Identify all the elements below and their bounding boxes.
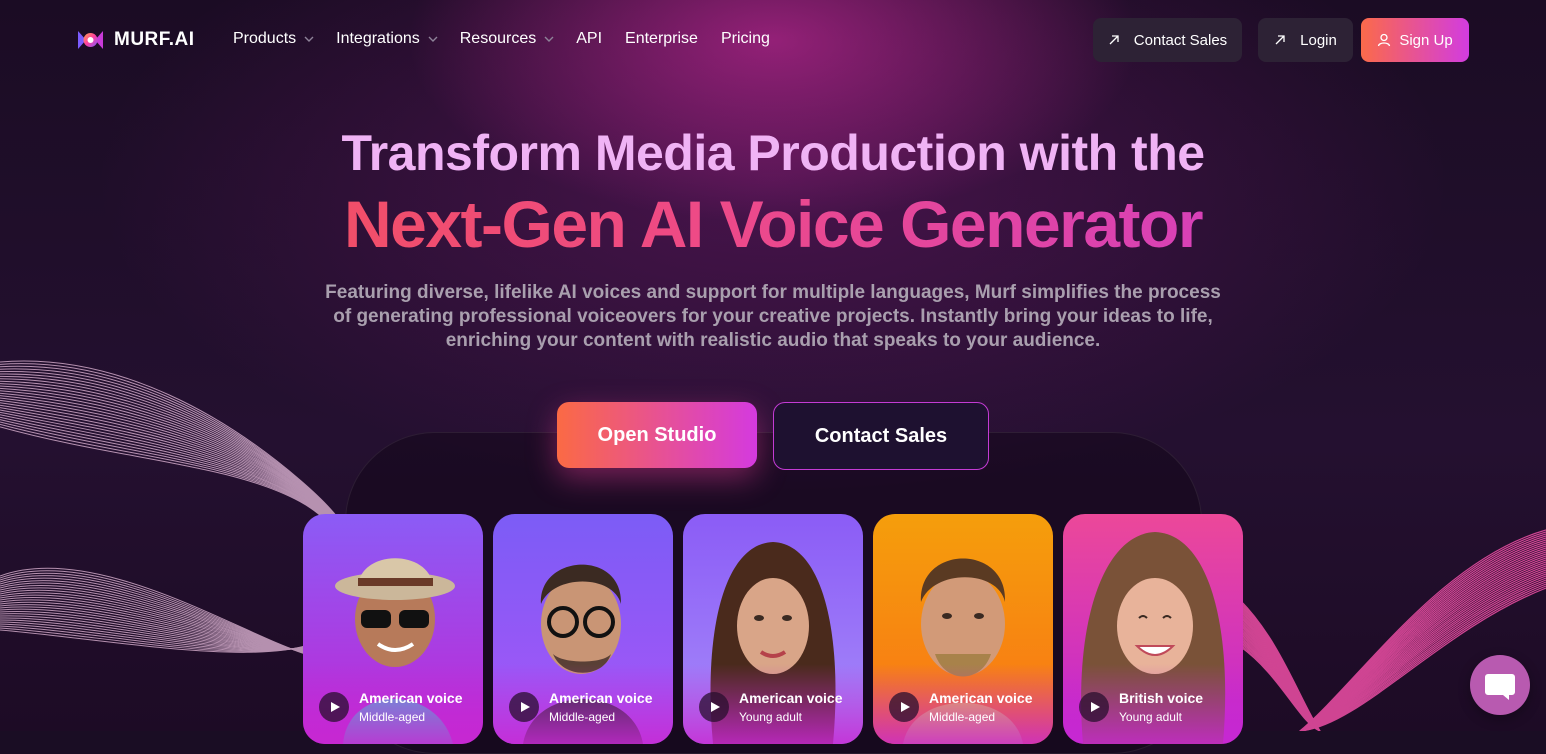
chat-bubble-icon [1485, 674, 1515, 700]
wave-line [0, 360, 356, 653]
play-icon [711, 702, 720, 712]
wave-line [0, 402, 356, 652]
play-button[interactable] [699, 692, 729, 722]
wave-line [0, 392, 356, 651]
user-icon [1378, 33, 1391, 47]
nav-item-products[interactable]: Products [233, 30, 314, 48]
voice-card[interactable]: American voice Middle-aged [873, 514, 1053, 744]
nav-item-integrations[interactable]: Integrations [336, 30, 438, 48]
nav-item-label: Enterprise [625, 30, 698, 47]
play-icon [521, 702, 530, 712]
wave-line [0, 373, 356, 650]
contact-sales-label: Contact Sales [1133, 31, 1228, 49]
wave-line [0, 371, 356, 651]
play-icon [901, 702, 910, 712]
nav-item-label: API [576, 30, 603, 47]
nav-links: Products Integrations Resources API Ente… [233, 30, 793, 48]
wave-line [0, 426, 356, 659]
login-button[interactable]: Login [1258, 18, 1353, 62]
contact-sales-button[interactable]: Contact Sales [1093, 18, 1242, 62]
nav-item-enterprise[interactable]: Enterprise [625, 30, 698, 48]
chat-widget-button[interactable] [1470, 655, 1530, 715]
nav-item-label: Integrations [336, 30, 420, 47]
wave-line [0, 397, 356, 652]
voice-name: British voice [1119, 690, 1204, 706]
voice-card[interactable]: American voice Young adult [683, 514, 863, 744]
nav-item-api[interactable]: API [576, 30, 602, 48]
voice-card[interactable]: American voice Middle-aged [303, 514, 483, 744]
hero-title-line1: Transform Media Production with the [341, 125, 1205, 181]
voice-card[interactable]: British voice Young adult [1063, 514, 1243, 744]
chevron-down-icon [544, 36, 554, 42]
wave-line [0, 380, 356, 650]
wave-line [0, 378, 356, 650]
hero-description: Featuring diverse, lifelike AI voices an… [325, 282, 1221, 351]
voice-age: Middle-aged [359, 710, 426, 724]
voice-name: American voice [549, 690, 653, 706]
nav-item-label: Pricing [720, 30, 770, 47]
voice-age: Young adult [1119, 710, 1182, 724]
wave-line [0, 419, 356, 657]
arrow-up-right-icon [1109, 35, 1119, 45]
wave-line [0, 390, 356, 650]
play-icon [331, 702, 340, 712]
sign-up-button[interactable]: Sign Up [1361, 18, 1469, 62]
hero-contact-sales-button[interactable]: Contact Sales [773, 402, 989, 470]
play-button[interactable] [509, 692, 539, 722]
sign-up-label: Sign Up [1399, 31, 1453, 49]
nav-item-pricing[interactable]: Pricing [721, 30, 770, 48]
nav-item-label: Resources [459, 30, 537, 47]
voice-name: American voice [359, 690, 463, 706]
nav-item-resources[interactable]: Resources [460, 30, 554, 48]
wave-line [0, 423, 356, 658]
play-button[interactable] [319, 692, 349, 722]
wave-line [0, 411, 356, 655]
wave-line [0, 375, 356, 650]
arrow-up-right-icon [1275, 35, 1285, 45]
wave-line [0, 414, 356, 656]
voice-age: Middle-aged [929, 710, 996, 724]
wave-line [0, 363, 356, 652]
wave-line [0, 385, 356, 650]
voice-name: American voice [739, 690, 843, 706]
play-icon [1091, 702, 1100, 712]
hero-title-line2: Next-Gen AI Voice Generator [0, 186, 1546, 262]
wave-line [0, 409, 356, 654]
login-label: Login [1300, 31, 1337, 49]
brand-logo[interactable]: MURF.AI [77, 28, 195, 52]
murf-logo-icon [78, 31, 103, 49]
brand-name: MURF.AI [114, 29, 195, 50]
play-button[interactable] [1079, 692, 1109, 722]
open-studio-button[interactable]: Open Studio [557, 402, 757, 468]
voice-age: Young adult [739, 710, 802, 724]
chevron-down-icon [304, 36, 314, 42]
top-navigation: MURF.AI Products Integrations Resources … [0, 0, 1546, 80]
wave-line [0, 395, 356, 651]
wave-line [0, 416, 356, 656]
voice-name: American voice [929, 690, 1033, 706]
nav-item-label: Products [233, 30, 297, 47]
wave-line [0, 368, 356, 651]
wave-line [0, 387, 356, 650]
wave-line [0, 365, 356, 652]
chevron-down-icon [428, 36, 438, 42]
wave-line [0, 404, 356, 653]
wave-line [0, 421, 356, 658]
voice-card[interactable]: American voice Middle-aged [493, 514, 673, 744]
play-button[interactable] [889, 692, 919, 722]
wave-line [0, 407, 356, 654]
wave-line [0, 399, 356, 652]
voice-age: Middle-aged [549, 710, 616, 724]
wave-line [0, 383, 356, 650]
